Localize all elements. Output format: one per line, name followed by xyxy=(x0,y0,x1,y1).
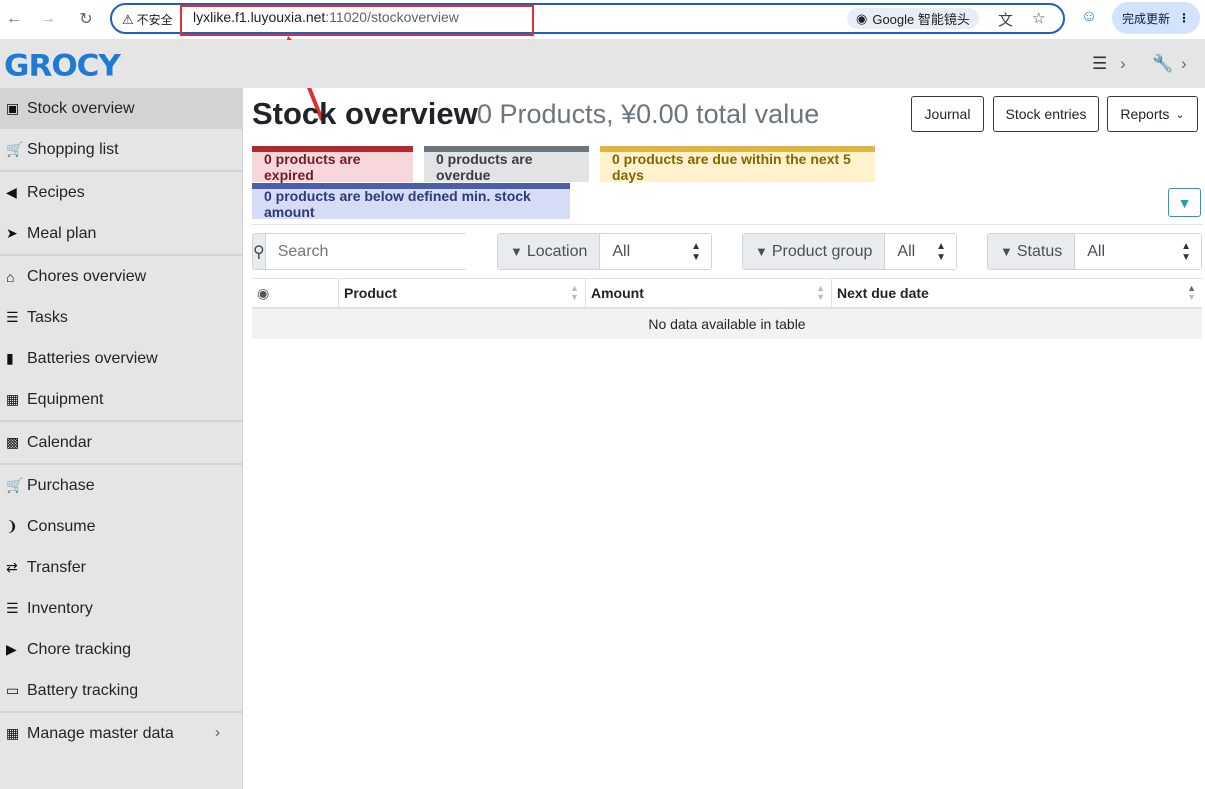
search-icon: ⚲ xyxy=(253,234,266,269)
app-topbar: GROCY ☰ › 🔧 › xyxy=(0,40,1205,88)
overdue-status-filter[interactable]: 0 products are overdue xyxy=(424,146,589,183)
cart-icon: 🛒 xyxy=(6,141,24,157)
filter-toggle-button[interactable]: ▼ xyxy=(1168,188,1201,217)
sidebar-item-stock-overview[interactable]: ▣ Stock overview xyxy=(0,88,242,129)
calendar-icon: ▩ xyxy=(6,434,20,450)
reload-icon[interactable]: ↻ xyxy=(76,9,96,29)
sidebar-item-inventory[interactable]: ☰ Inventory xyxy=(0,588,242,629)
google-lens-button[interactable]: ◉ Google 智能镜头 xyxy=(847,8,979,29)
sidebar-item-chores-overview[interactable]: ⌂ Chores overview xyxy=(0,256,242,297)
table-header: ◉ Product ▲ ▼ Amount ▲ ▼ Next due date ▲ ▼ xyxy=(252,278,1202,309)
reports-dropdown-button[interactable]: Reports ⌄ xyxy=(1107,96,1198,132)
list-icon: ☰ xyxy=(6,600,19,616)
car-battery-icon: ▭ xyxy=(6,682,20,698)
toolbox-icon: ▦ xyxy=(6,391,20,407)
status-filter-label: ▼ Status xyxy=(988,234,1076,269)
grocy-logo[interactable]: GROCY xyxy=(4,49,121,83)
warning-icon: ⚠ xyxy=(122,11,134,27)
table-icon: ▦ xyxy=(6,725,20,741)
sidebar-item-tasks[interactable]: ☰ Tasks xyxy=(0,297,242,338)
profile-icon[interactable]: ☺ xyxy=(1079,8,1099,28)
product-group-filter: ▼ Product group All ▲ ▼ xyxy=(742,233,957,270)
status-filter: ▼ Status All ▲ ▼ xyxy=(987,233,1202,270)
filter-icon: ▼ xyxy=(510,244,523,259)
location-filter-label: ▼ Location xyxy=(498,234,601,269)
eye-icon: ◉ xyxy=(257,284,270,301)
sidebar-item-meal-plan[interactable]: ➤ Meal plan xyxy=(0,213,242,254)
location-filter: ▼ Location All ▲ ▼ xyxy=(497,233,712,270)
sidebar: ▣ Stock overview 🛒 Shopping list ◀ Recip… xyxy=(0,88,243,789)
url-highlight-box xyxy=(180,5,534,36)
translate-icon[interactable]: 文 xyxy=(998,9,1013,30)
select-caret-icon: ▲ ▼ xyxy=(691,240,701,263)
stock-entries-button[interactable]: Stock entries xyxy=(993,96,1099,132)
search-group: ⚲ xyxy=(252,233,485,270)
stock-table: ◉ Product ▲ ▼ Amount ▲ ▼ Next due date ▲ ▼ … xyxy=(252,278,1202,339)
cart-plus-icon: 🛒 xyxy=(6,477,24,493)
title-row: Stock overview 0 Products, ¥0.00 total v… xyxy=(252,88,1202,144)
utensils-icon: ❩ xyxy=(6,518,18,534)
chevron-right-icon: › xyxy=(215,724,220,741)
sidebar-item-consume[interactable]: ❩ Consume xyxy=(0,506,242,547)
kebab-menu-icon: ⋮ xyxy=(1178,11,1190,25)
sidebar-item-shopping-list[interactable]: 🛒 Shopping list xyxy=(0,129,242,170)
box-icon: ▣ xyxy=(6,100,20,116)
sort-icon: ▲ ▼ xyxy=(1187,283,1196,302)
filter-icon: ▼ xyxy=(1177,194,1192,211)
exchange-icon: ⇄ xyxy=(6,559,18,575)
back-arrow-icon[interactable]: ← xyxy=(4,9,24,29)
pizza-icon: ◀ xyxy=(6,184,17,200)
tasks-icon: ☰ xyxy=(6,309,19,325)
chevron-right-icon[interactable]: › xyxy=(1120,54,1126,74)
select-caret-icon: ▲ ▼ xyxy=(936,240,946,263)
sidebar-item-battery-tracking[interactable]: ▭ Battery tracking xyxy=(0,670,242,711)
main-content: Stock overview 0 Products, ¥0.00 total v… xyxy=(252,88,1202,339)
insecure-indicator[interactable]: ⚠ 不安全 xyxy=(122,11,173,28)
play-icon: ▶ xyxy=(6,641,17,657)
below-min-stock-status-filter[interactable]: 0 products are below defined min. stock … xyxy=(252,183,570,220)
journal-button[interactable]: Journal xyxy=(911,96,984,132)
battery-icon: ▮ xyxy=(6,350,14,366)
divider xyxy=(252,224,1202,225)
sidebar-item-purchase[interactable]: 🛒 Purchase xyxy=(0,465,242,506)
forward-arrow-icon[interactable]: → xyxy=(38,9,58,29)
page-subtitle: 0 Products, ¥0.00 total value xyxy=(477,99,820,129)
page-title: Stock overview xyxy=(252,96,478,131)
column-header-product[interactable]: Product ▲ ▼ xyxy=(339,279,586,307)
sidebar-item-batteries-overview[interactable]: ▮ Batteries overview xyxy=(0,338,242,379)
column-header-next-due-date[interactable]: Next due date ▲ ▼ xyxy=(832,279,1202,307)
chevron-down-icon: ⌄ xyxy=(1175,108,1185,121)
sidebar-item-manage-master-data[interactable]: ▦ Manage master data › xyxy=(0,713,242,754)
filter-icon: ▼ xyxy=(1000,244,1013,259)
select-caret-icon: ▲ ▼ xyxy=(1181,240,1191,263)
update-button[interactable]: 完成更新 ⋮ xyxy=(1112,2,1200,34)
filter-icon: ▼ xyxy=(755,244,768,259)
bookmark-star-icon[interactable]: ☆ xyxy=(1032,9,1045,27)
expired-status-filter[interactable]: 0 products are expired xyxy=(252,146,413,183)
chevron-right-icon[interactable]: › xyxy=(1181,54,1187,74)
sidebar-item-equipment[interactable]: ▦ Equipment xyxy=(0,379,242,420)
due-soon-status-filter[interactable]: 0 products are due within the next 5 day… xyxy=(600,146,875,183)
sidebar-item-recipes[interactable]: ◀ Recipes xyxy=(0,172,242,213)
sidebar-item-calendar[interactable]: ▩ Calendar xyxy=(0,422,242,463)
table-empty-row: No data available in table xyxy=(252,309,1202,339)
product-group-filter-label: ▼ Product group xyxy=(743,234,886,269)
location-select[interactable]: All ▲ ▼ xyxy=(600,234,711,269)
sort-icon: ▲ ▼ xyxy=(816,283,825,302)
status-select[interactable]: All ▲ ▼ xyxy=(1075,234,1201,269)
paper-plane-icon: ➤ xyxy=(6,225,18,241)
sidebar-item-chore-tracking[interactable]: ▶ Chore tracking xyxy=(0,629,242,670)
search-input[interactable] xyxy=(265,234,485,269)
sidebar-item-transfer[interactable]: ⇄ Transfer xyxy=(0,547,242,588)
column-visibility-toggle[interactable]: ◉ xyxy=(252,279,339,307)
home-icon: ⌂ xyxy=(6,268,15,285)
lens-icon: ◉ xyxy=(856,10,868,26)
wrench-icon[interactable]: 🔧 xyxy=(1152,54,1173,74)
sort-icon: ▲ ▼ xyxy=(570,283,579,302)
product-group-select[interactable]: All ▲ ▼ xyxy=(885,234,956,269)
sliders-icon[interactable]: ☰ xyxy=(1092,54,1107,74)
column-header-amount[interactable]: Amount ▲ ▼ xyxy=(586,279,832,307)
